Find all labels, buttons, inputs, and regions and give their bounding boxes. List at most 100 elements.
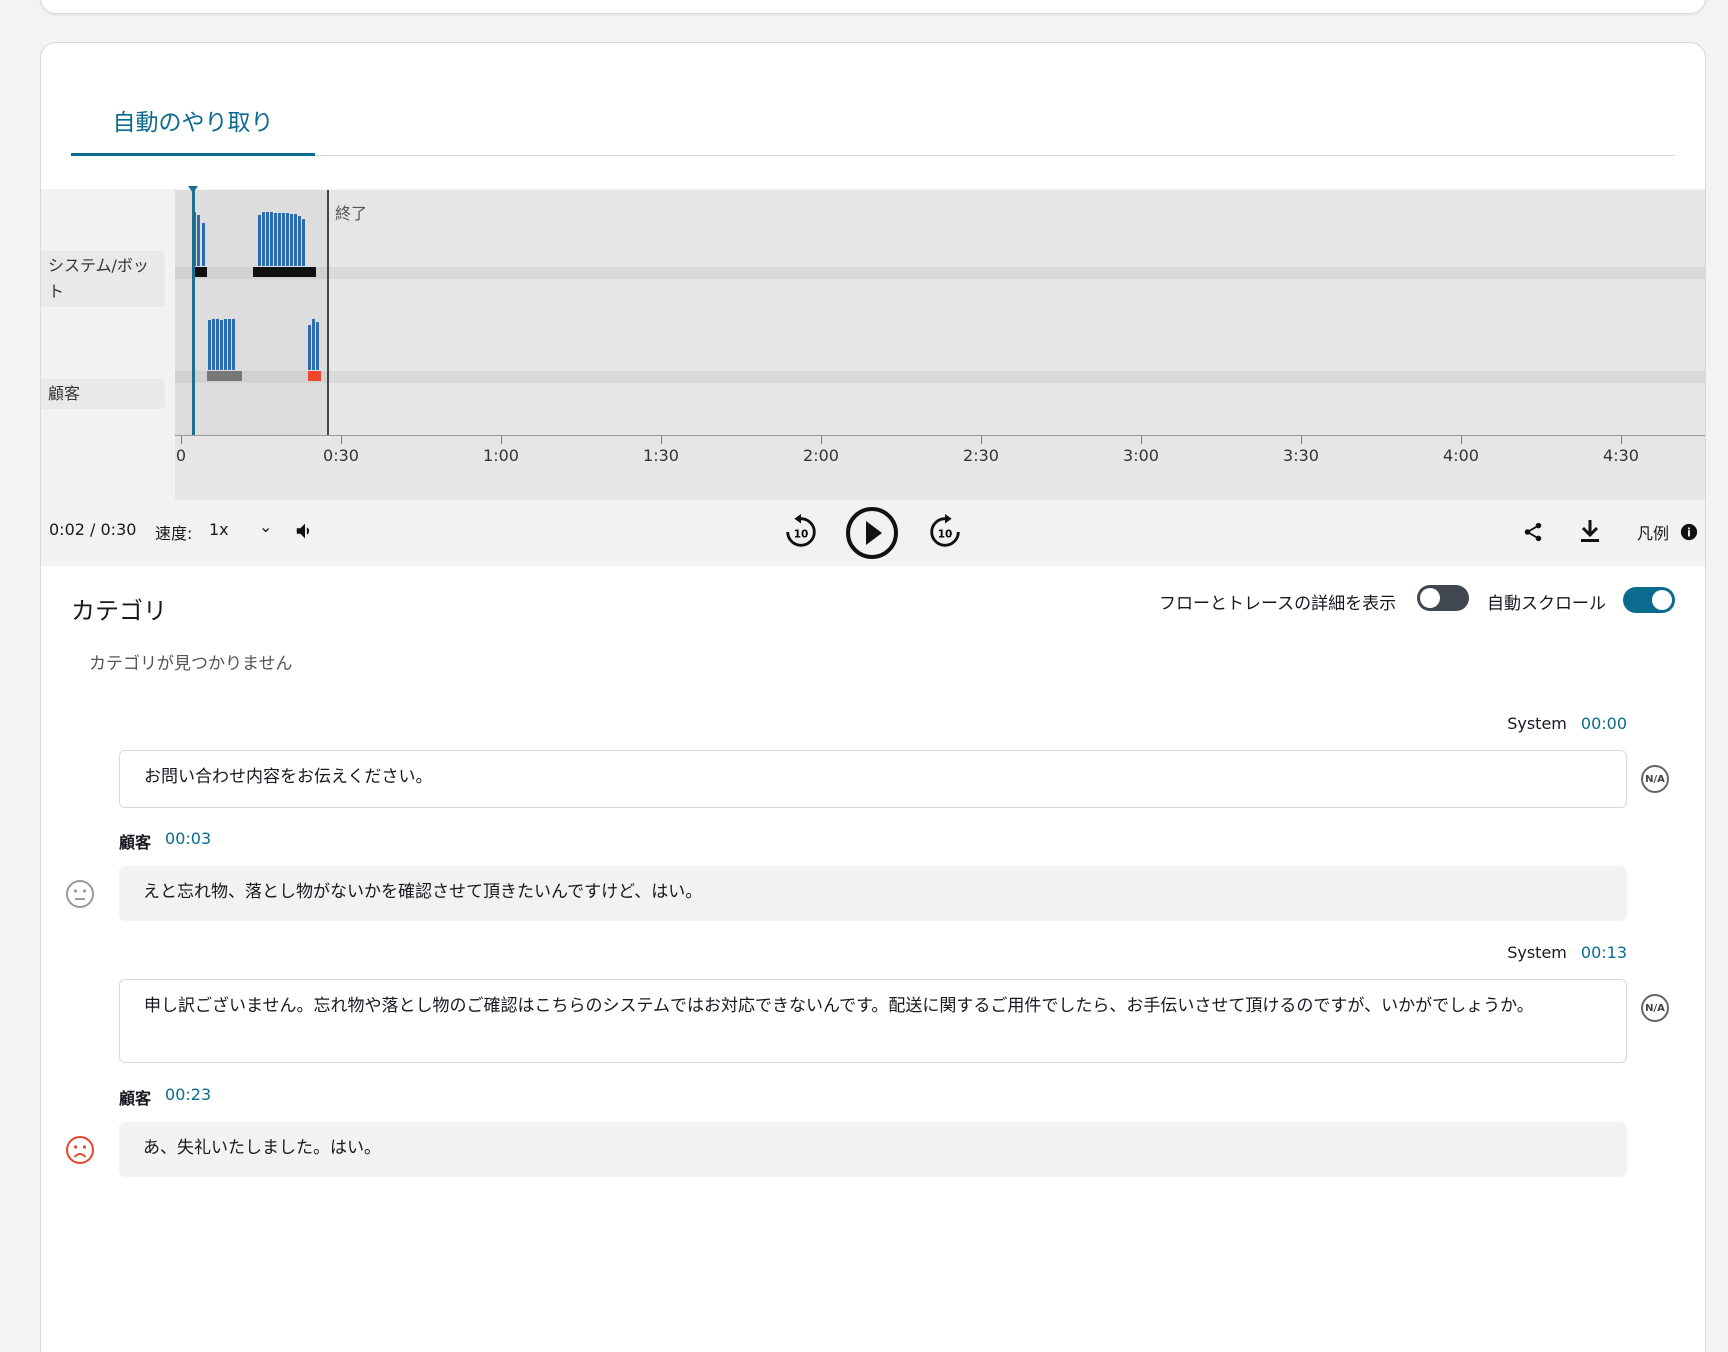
axis-tick <box>341 436 342 444</box>
axis-tick-label: 3:00 <box>1123 446 1159 465</box>
system-bar <box>202 223 205 266</box>
system-bar <box>302 219 305 266</box>
flow-trace-toggle-label: フローとトレースの詳細を表示 <box>1159 594 1397 614</box>
axis-tick <box>661 436 662 444</box>
system-bar <box>278 213 281 266</box>
system-bar <box>262 212 265 266</box>
tab-automated-interaction[interactable]: 自動のやり取り <box>71 103 315 156</box>
system-bar <box>298 216 301 266</box>
flow-trace-toggle[interactable] <box>1417 585 1469 611</box>
speaker-name: System <box>1507 943 1567 962</box>
sentiment-na-icon: N/A <box>1641 994 1669 1022</box>
message-timestamp[interactable]: 00:13 <box>1581 943 1627 962</box>
speed-select[interactable]: 1x <box>209 520 229 539</box>
playhead[interactable] <box>188 186 198 435</box>
categories-empty: カテゴリが見つかりません <box>89 654 293 674</box>
playback-time: 0:02 / 0:30 <box>49 520 137 539</box>
axis-tick-label: 0:30 <box>323 446 359 465</box>
axis-tick <box>1461 436 1462 444</box>
system-segment <box>253 267 316 277</box>
message-text: あ、失礼いたしました。はい。 <box>143 1138 381 1158</box>
svg-text:10: 10 <box>938 529 953 541</box>
system-bar <box>258 215 261 266</box>
axis-tick <box>1621 436 1622 444</box>
neutral-face-icon <box>66 880 94 908</box>
system-bar <box>197 215 200 266</box>
legend-button[interactable]: 凡例 <box>1637 520 1669 544</box>
system-bar <box>266 212 269 266</box>
system-bar <box>294 214 297 266</box>
customer-bar <box>208 320 211 370</box>
system-bar <box>282 213 285 266</box>
axis-tick <box>501 436 502 444</box>
share-icon[interactable] <box>1521 520 1545 544</box>
axis-tick-label: 4:30 <box>1603 446 1639 465</box>
previous-card <box>40 0 1706 14</box>
system-bar <box>274 213 277 266</box>
forward-10-icon[interactable]: 10 <box>925 512 965 552</box>
play-icon[interactable] <box>845 506 899 560</box>
chevron-down-icon[interactable]: ⌄ <box>259 517 272 536</box>
speed-label: 速度: <box>155 524 193 543</box>
message-header: System 00:00 <box>1507 714 1627 733</box>
message-header: 顧客 00:23 <box>119 1085 211 1109</box>
track-label-system: システム/ボット <box>41 251 165 307</box>
axis-tick <box>181 436 182 444</box>
customer-bar <box>232 319 235 370</box>
speech-bars <box>193 212 321 381</box>
info-icon[interactable] <box>1679 522 1699 542</box>
axis-tick-label: 2:00 <box>803 446 839 465</box>
message-text: えと忘れ物、落とし物がないかを確認させて頂きたいんですけど、はい。 <box>143 882 703 902</box>
axis-tick-label: 2:30 <box>963 446 999 465</box>
negative-face-icon <box>66 1136 94 1164</box>
system-bar <box>286 213 289 266</box>
tab-row: 自動のやり取り <box>71 43 1675 156</box>
volume-icon[interactable] <box>293 519 317 543</box>
axis-tick-label: 1:30 <box>643 446 679 465</box>
system-bar <box>290 214 293 266</box>
message-timestamp[interactable]: 00:00 <box>1581 714 1627 733</box>
categories-title: カテゴリ <box>71 597 167 625</box>
timeline-plot[interactable]: 終了 0 0:30 1:00 1:30 2:00 2:30 3:00 3:30 … <box>175 186 1705 500</box>
autoscroll-toggle[interactable] <box>1623 587 1675 613</box>
track-label-customer: 顧客 <box>41 379 165 409</box>
customer-bar <box>228 319 231 370</box>
customer-message: えと忘れ物、落とし物がないかを確認させて頂きたいんですけど、はい。 <box>119 866 1627 921</box>
message-timestamp[interactable]: 00:23 <box>165 1085 211 1109</box>
playback-controls: 0:02 / 0:30 速度: 1x ⌄ 10 10 凡例 <box>41 500 1705 566</box>
customer-bar <box>216 319 219 370</box>
axis-tick-label: 0 <box>175 446 187 465</box>
rewind-10-icon[interactable]: 10 <box>781 512 821 552</box>
message-header: System 00:13 <box>1507 943 1627 962</box>
audio-timeline: システム/ボット 顧客 終了 0 0:30 1:00 1:30 2:00 2:3… <box>41 186 1705 566</box>
sentiment-na-icon: N/A <box>1641 765 1669 793</box>
customer-bar <box>212 319 215 370</box>
customer-message: あ、失礼いたしました。はい。 <box>119 1122 1627 1177</box>
axis-tick <box>1301 436 1302 444</box>
customer-segment-neutral <box>207 371 242 381</box>
system-message: お問い合わせ内容をお伝えください。 <box>119 750 1627 808</box>
axis-tick <box>981 436 982 444</box>
axis-tick <box>821 436 822 444</box>
speaker-name: 顧客 <box>119 833 152 852</box>
system-bar <box>270 212 273 266</box>
customer-bar <box>312 319 315 370</box>
autoscroll-toggle-label: 自動スクロール <box>1487 594 1606 614</box>
axis-tick-label: 4:00 <box>1443 446 1479 465</box>
download-icon[interactable] <box>1577 518 1603 544</box>
customer-bar <box>308 325 311 370</box>
axis-tick-label: 1:00 <box>483 446 519 465</box>
customer-bar <box>224 319 227 370</box>
axis-tick-label: 3:30 <box>1283 446 1319 465</box>
contact-details-card: 自動のやり取り システム/ボット 顧客 終了 0 0:30 1:00 1:30 … <box>40 42 1706 1352</box>
message-timestamp[interactable]: 00:03 <box>165 829 211 853</box>
customer-segment-negative <box>308 371 321 381</box>
message-text: 申し訳ございません。忘れ物や落とし物のご確認はこちらのシステムではお対応できない… <box>144 996 1534 1016</box>
message-text: お問い合わせ内容をお伝えください。 <box>144 767 433 787</box>
speaker-name: System <box>1507 714 1567 733</box>
customer-bar <box>220 320 223 370</box>
message-header: 顧客 00:03 <box>119 829 211 853</box>
speaker-name: 顧客 <box>119 1089 152 1108</box>
system-message: 申し訳ございません。忘れ物や落とし物のご確認はこちらのシステムではお対応できない… <box>119 979 1627 1063</box>
system-segment <box>193 267 207 277</box>
